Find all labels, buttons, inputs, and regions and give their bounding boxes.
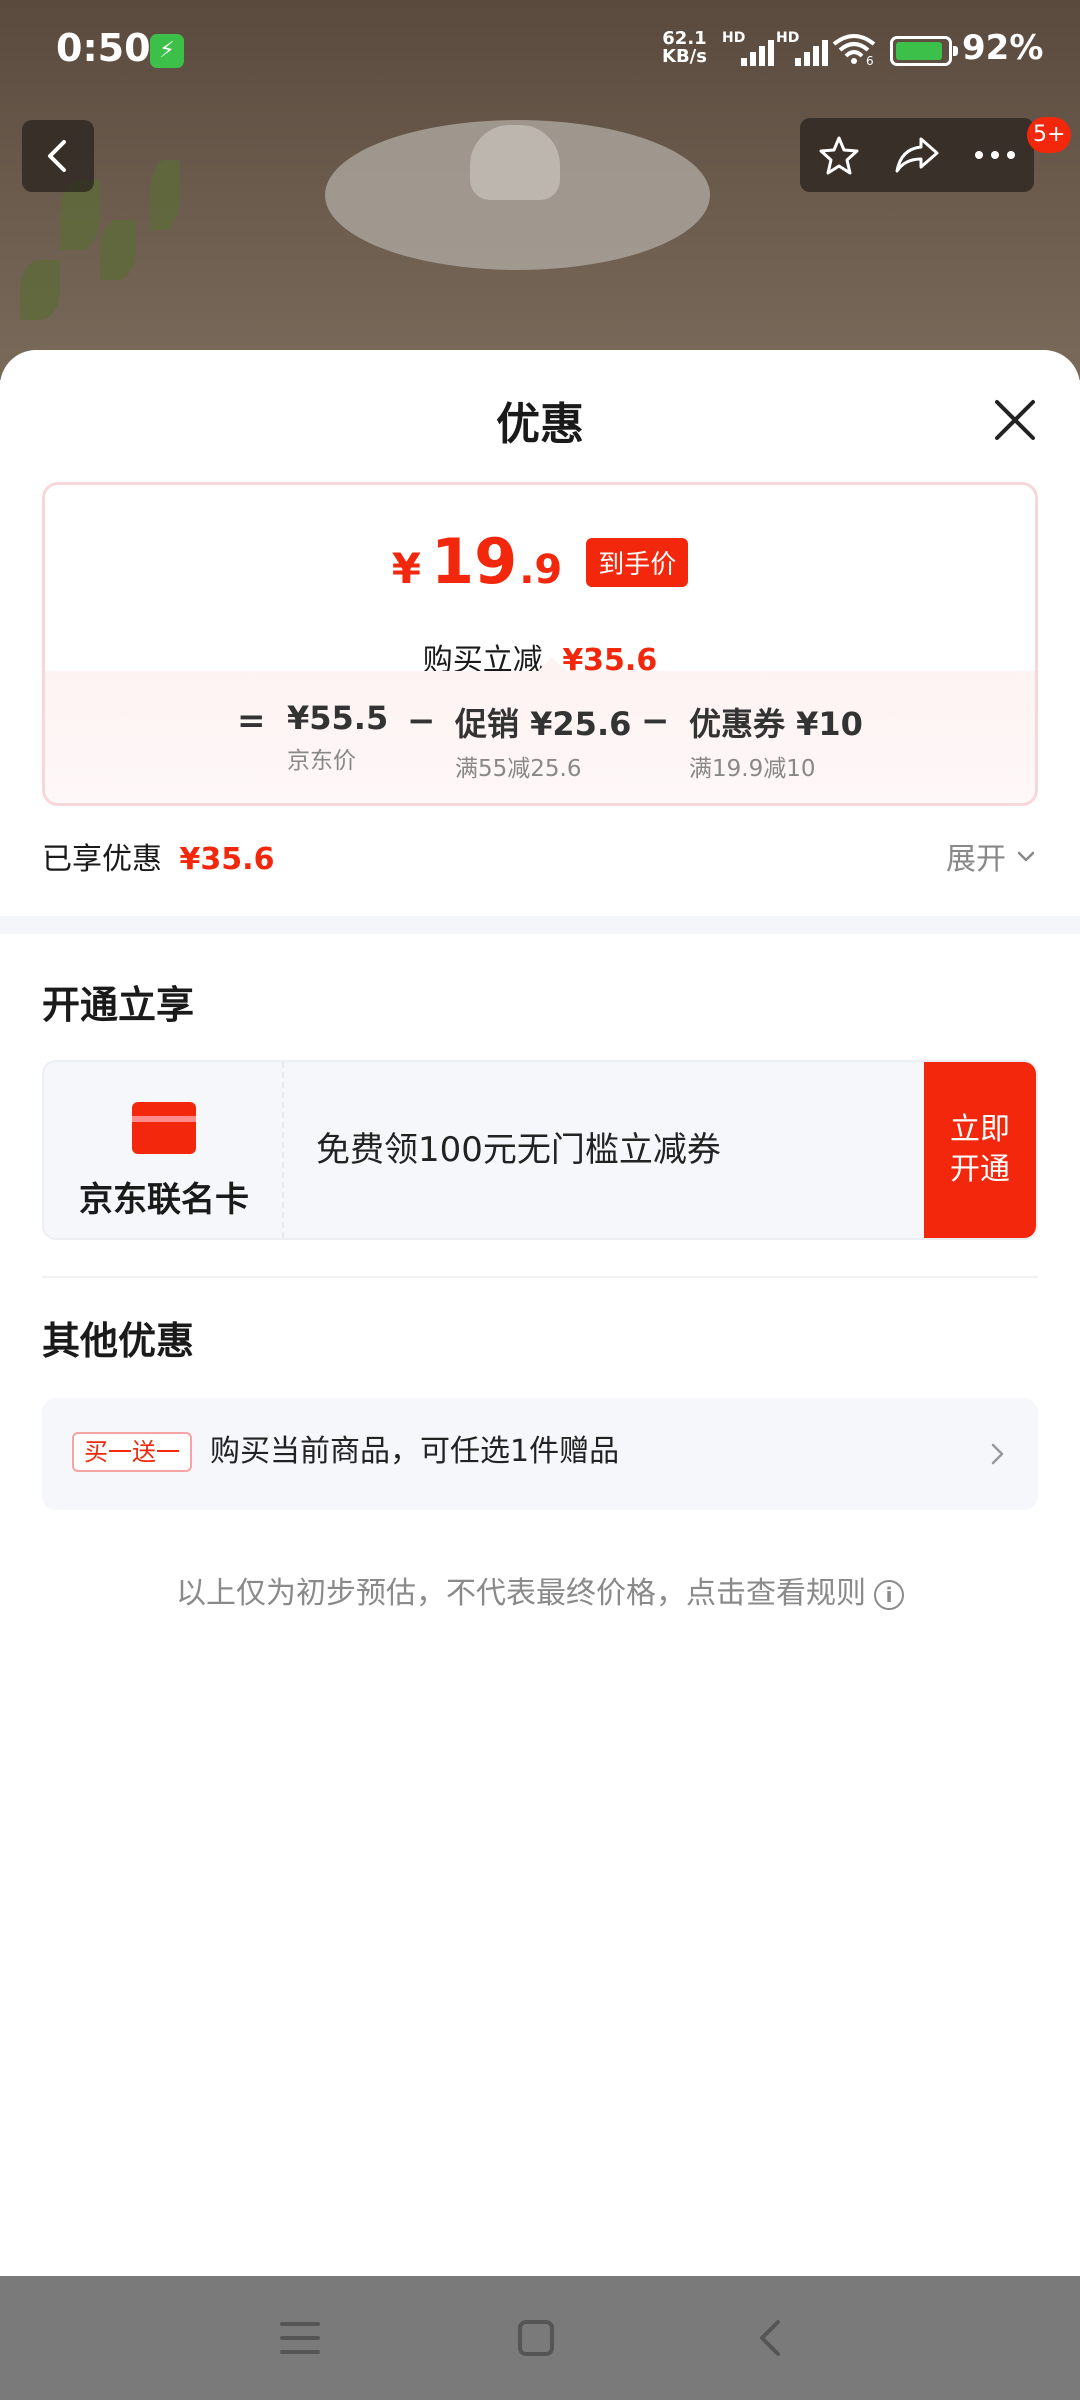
other-section-title: 其他优惠 [42, 1319, 195, 1363]
home-square-icon [518, 2320, 554, 2356]
info-icon[interactable]: i [874, 1579, 904, 1610]
breakdown-jd-price: ¥55.5 京东价 [287, 699, 388, 775]
network-speed: 62.1 KB/s [662, 30, 707, 66]
share-button[interactable] [878, 118, 956, 192]
final-price-tag: 到手价 [586, 538, 689, 587]
charging-icon: ⚡ [150, 34, 184, 68]
breakdown-coupon: 优惠券 ¥10 满19.9减10 [689, 699, 863, 783]
battery-icon [890, 36, 958, 66]
breakdown-label: 京东价 [287, 748, 356, 774]
chevron-left-icon [48, 140, 66, 172]
discount-sheet: 优惠 ¥ 19 .9 到手价 购买立减 ¥35.6 = ¥55.5 京东价 − [0, 350, 1080, 2276]
other-offer-row[interactable]: 买一送一 购买当前商品，可任选1件赠品 [42, 1398, 1038, 1510]
status-time: 0:50 [56, 26, 151, 70]
favorite-button[interactable] [800, 118, 878, 192]
breakdown-value: 促销 ¥25.6 [455, 705, 632, 743]
sheet-title: 优惠 [496, 399, 584, 450]
wifi-icon: 6 [832, 34, 876, 66]
close-icon [995, 400, 1035, 440]
equals-sign: = [237, 701, 266, 741]
chevron-down-icon [1017, 851, 1035, 862]
rules-footnote[interactable]: 以上仅为初步预估，不代表最终价格，点击查看规则 i [0, 1568, 1080, 1612]
notification-badge: 5+ [1027, 117, 1072, 153]
menu-icon [280, 2322, 320, 2354]
expand-button[interactable]: 展开 [946, 834, 1038, 878]
cobrand-card-offer[interactable]: 京东联名卡 免费领100元无门槛立减券 立即 开通 [42, 1060, 1038, 1240]
wifi-label: 6 [866, 54, 874, 66]
open-section-title: 开通立享 [42, 983, 195, 1027]
plant-leaf-image [20, 260, 60, 320]
top-action-group [800, 118, 1034, 192]
price-decimal: .9 [519, 547, 563, 593]
share-icon [895, 137, 939, 173]
enjoyed-discount: 已享优惠 ¥35.6 [42, 834, 274, 878]
chevron-right-icon [991, 1443, 1004, 1465]
signal-sim2-icon: HD [776, 30, 828, 66]
star-icon [819, 136, 859, 175]
breakdown-label: 满19.9减10 [689, 756, 816, 782]
price-integer: 19 [430, 525, 518, 598]
final-price: ¥ 19 .9 到手价 [45, 525, 1035, 598]
menu-button[interactable] [268, 2306, 332, 2370]
minus-sign: − [407, 701, 436, 741]
close-button[interactable] [985, 390, 1045, 450]
enjoyed-value: ¥35.6 [179, 842, 275, 877]
battery-percent: 92% [962, 28, 1044, 68]
battery-fill [896, 42, 942, 60]
plant-leaf-image [100, 220, 136, 280]
system-nav-bar [0, 2276, 1080, 2400]
breakdown-promotion: 促销 ¥25.6 满55减25.6 [455, 699, 631, 783]
open-now-line2: 开通 [950, 1152, 1010, 1187]
back-triangle-icon [760, 2320, 780, 2356]
signal-sim1-icon: HD [722, 30, 774, 66]
breakdown-label: 满55减25.6 [455, 756, 582, 782]
plant-leaf-image [150, 160, 180, 230]
back-button[interactable] [22, 120, 94, 192]
section-divider [0, 916, 1080, 934]
more-dots-icon [975, 151, 1015, 159]
offer-tag: 买一送一 [72, 1432, 192, 1472]
card-offer-description: 免费领100元无门槛立减券 [316, 1130, 721, 1170]
home-button[interactable] [504, 2306, 568, 2370]
more-button[interactable] [956, 118, 1034, 192]
offer-text: 购买当前商品，可任选1件赠品 [210, 1434, 620, 1469]
credit-card-icon [132, 1102, 196, 1154]
price-summary-card: ¥ 19 .9 到手价 购买立减 ¥35.6 = ¥55.5 京东价 − 促销 … [42, 482, 1038, 806]
card-name: 京东联名卡 [79, 1180, 249, 1220]
breakdown-value: ¥55.5 [287, 699, 389, 737]
minus-sign: − [641, 701, 670, 741]
expand-label: 展开 [946, 842, 1006, 877]
product-knob-image [470, 125, 560, 200]
open-now-line1: 立即 [950, 1112, 1010, 1147]
divider [42, 1276, 1038, 1278]
status-bar: 0:50 ⚡ 62.1 KB/s HD HD 6 92% [0, 0, 1080, 100]
cobrand-card-info: 京东联名卡 [44, 1062, 284, 1238]
network-speed-unit: KB/s [662, 46, 707, 67]
footnote-text: 以上仅为初步预估，不代表最终价格，点击查看规则 [176, 1576, 866, 1611]
system-back-button[interactable] [740, 2306, 804, 2370]
price-currency: ¥ [391, 544, 421, 593]
breakdown-value: 优惠券 ¥10 [689, 705, 863, 743]
enjoyed-label: 已享优惠 [42, 842, 162, 877]
price-breakdown: = ¥55.5 京东价 − 促销 ¥25.6 满55减25.6 − 优惠券 ¥1… [45, 657, 1035, 803]
open-now-button[interactable]: 立即 开通 [924, 1062, 1036, 1238]
